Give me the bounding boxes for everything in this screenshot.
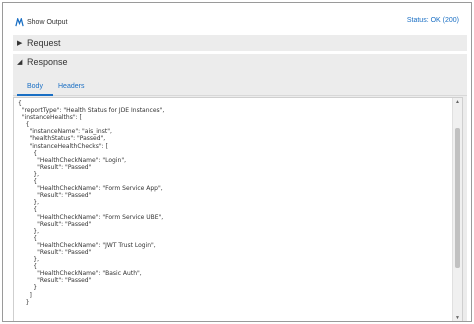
response-section-header[interactable]: ◢ Response	[13, 54, 467, 70]
code-line: },	[18, 170, 39, 178]
code-line: {	[18, 178, 38, 186]
response-body-viewer[interactable]: { "reportType": "Health Status for JDE I…	[13, 97, 463, 321]
code-line: {	[18, 100, 22, 107]
toolbar: Show Output Status: OK (200)	[3, 3, 471, 33]
code-line: {	[18, 121, 30, 129]
code-line: "instanceHealths": [	[18, 114, 82, 122]
code-line: "healthStatus": "Passed",	[18, 135, 106, 143]
show-output-label: Show Output	[27, 18, 68, 26]
request-section-header[interactable]: ▶ Request	[13, 35, 467, 51]
scroll-thumb[interactable]	[455, 128, 460, 268]
tab-body[interactable]: Body	[27, 83, 43, 90]
response-tabs: Body Headers	[13, 70, 467, 96]
code-line: ]	[18, 291, 32, 299]
scroll-up-icon[interactable]: ▲	[453, 98, 462, 106]
show-output-window: Show Output Status: OK (200) ▶ Request ◢…	[2, 2, 472, 322]
code-line: "HealthCheckName": "Form Service App",	[18, 185, 163, 193]
code-line: "Result": "Passed"	[18, 220, 92, 228]
active-tab-indicator	[17, 94, 53, 96]
vertical-scrollbar[interactable]: ▲ ▼	[452, 98, 462, 321]
code-line: "Result": "Passed"	[18, 277, 92, 285]
response-body-text: { "reportType": "Health Status for JDE I…	[18, 100, 448, 306]
code-line: {	[18, 263, 38, 271]
output-icon	[15, 17, 24, 26]
code-line: },	[18, 199, 39, 207]
caret-right-icon: ▶	[17, 40, 23, 47]
caret-down-icon: ◢	[17, 59, 23, 66]
code-line: "Result": "Passed"	[18, 163, 92, 171]
code-line: }	[18, 284, 38, 292]
response-label: Response	[27, 57, 68, 67]
code-line: "Result": "Passed"	[18, 192, 92, 200]
code-line: },	[18, 256, 39, 264]
code-line: "HealthCheckName": "Basic Auth",	[18, 270, 142, 278]
status-badge: Status: OK (200)	[406, 17, 459, 24]
code-line: {	[18, 206, 38, 214]
scroll-down-icon[interactable]: ▼	[453, 314, 462, 321]
tab-headers[interactable]: Headers	[58, 83, 84, 90]
code-line: {	[18, 234, 38, 242]
request-label: Request	[27, 38, 61, 48]
response-panel: Body Headers { "reportType": "Health Sta…	[13, 70, 467, 321]
code-line: }	[18, 298, 30, 306]
code-line: {	[18, 149, 38, 157]
code-line: "instanceName": "ais_inst",	[18, 128, 112, 136]
show-output-button[interactable]: Show Output	[15, 15, 67, 29]
code-line: "HealthCheckName": "Login",	[18, 156, 126, 164]
code-line: "HealthCheckName": "Form Service UBE",	[18, 213, 164, 221]
code-line: "instanceHealthChecks": [	[18, 142, 108, 150]
code-line: },	[18, 227, 39, 235]
code-line: "Result": "Passed"	[18, 248, 92, 256]
code-line: "HealthCheckName": "JWT Trust Login",	[18, 241, 156, 249]
code-line: "reportType": "Health Status for JDE Ins…	[18, 107, 165, 115]
